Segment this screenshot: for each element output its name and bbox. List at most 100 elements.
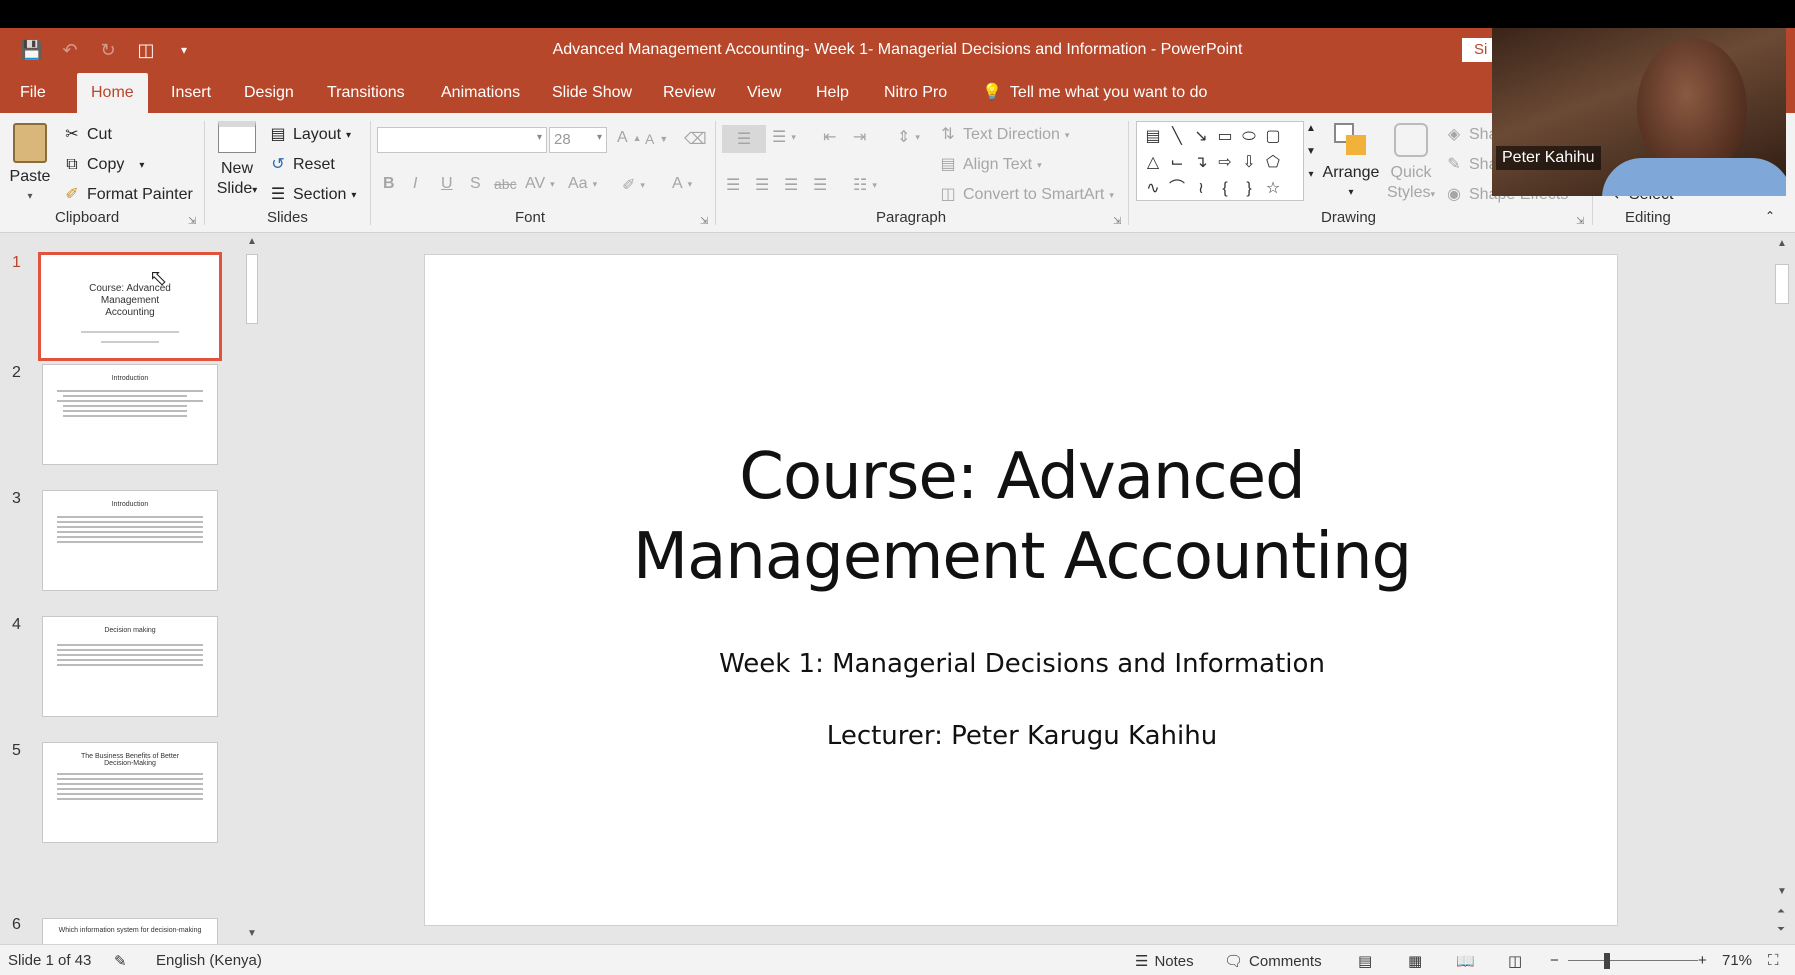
cut-button[interactable]: ✂ Cut [62, 125, 112, 145]
reset-button[interactable]: ↺ Reset [268, 155, 335, 175]
scroll-down-icon[interactable]: ▼ [1306, 146, 1316, 157]
arrange-button[interactable]: Arrange ▾ [1320, 123, 1382, 203]
quick-styles-button[interactable]: Quick Styles▾ [1386, 123, 1436, 204]
slide-thumbnail-3[interactable]: Introduction [42, 490, 218, 591]
editor-scrollbar[interactable]: ▲ ▼ ⏶ ⏷ [1772, 234, 1792, 944]
font-color-button[interactable]: A ▾ [672, 175, 692, 193]
columns-icon[interactable]: ☷ ▾ [853, 175, 877, 195]
paste-button[interactable]: Paste ▾ [8, 123, 52, 207]
scrollbar-thumb[interactable] [246, 254, 258, 324]
scroll-down-icon[interactable]: ▼ [247, 928, 257, 939]
rectangle-shape-icon[interactable]: ▭ [1213, 124, 1237, 150]
align-center-icon[interactable]: ☰ [755, 175, 769, 195]
curve-shape-icon[interactable]: ≀ [1189, 176, 1213, 202]
clipboard-launcher-icon[interactable]: ⇲ [188, 216, 196, 227]
language-indicator[interactable]: English (Kenya) [156, 952, 262, 969]
align-right-icon[interactable]: ☰ [784, 175, 798, 195]
scroll-down-icon[interactable]: ▼ [1777, 886, 1787, 897]
font-name-combobox[interactable]: ▾ [377, 127, 547, 153]
tab-file[interactable]: File [6, 73, 60, 113]
change-case-button[interactable]: Aa ▾ [568, 175, 597, 193]
thumbnails-scrollbar[interactable]: ▲ ▼ [244, 234, 260, 944]
textbox-shape-icon[interactable]: ▤ [1141, 124, 1165, 150]
scroll-up-icon[interactable]: ▲ [1306, 123, 1316, 134]
spelling-icon[interactable]: ✎ [114, 952, 127, 970]
scroll-up-icon[interactable]: ▲ [1777, 238, 1787, 249]
reading-view-icon[interactable]: 📖 [1456, 952, 1475, 970]
tab-design[interactable]: Design [230, 73, 308, 113]
shapes-gallery[interactable]: ▤ ╲ ↘ ▭ ⬭ ▢ △ ⌙ ↴ ⇨ ⇩ ⬠ ∿ ⌒ ≀ { } ☆ [1136, 121, 1304, 201]
italic-button[interactable]: I [413, 175, 417, 193]
tab-nitro-pro[interactable]: Nitro Pro [870, 73, 961, 113]
zoom-slider-track[interactable] [1568, 960, 1698, 961]
elbow-arrow-shape-icon[interactable]: ↴ [1189, 150, 1213, 176]
bold-button[interactable]: B [383, 175, 395, 193]
normal-view-icon[interactable]: ▤ [1358, 952, 1372, 970]
copy-button[interactable]: ⧉ Copy ▾ [62, 155, 144, 175]
font-launcher-icon[interactable]: ⇲ [700, 216, 708, 227]
comments-button[interactable]: 🗨 Comments [1224, 952, 1322, 971]
line-spacing-icon[interactable]: ⇕ ▾ [897, 127, 920, 147]
rounded-rectangle-shape-icon[interactable]: ▢ [1261, 124, 1285, 150]
decrease-indent-icon[interactable]: ⇤ [823, 127, 836, 147]
bullets-icon[interactable]: ☰ [722, 125, 766, 153]
tab-transitions[interactable]: Transitions [313, 73, 419, 113]
gallery-more-icon[interactable]: ▾ [1308, 169, 1313, 180]
triangle-shape-icon[interactable]: △ [1141, 150, 1165, 176]
clear-formatting-icon[interactable]: ⌫ [684, 129, 707, 149]
tab-home[interactable]: Home [77, 73, 148, 113]
text-shadow-button[interactable]: S [470, 175, 481, 193]
increase-font-icon[interactable]: A ▲ [617, 129, 642, 147]
font-size-combobox[interactable]: 28 ▾ [549, 127, 607, 153]
scribble-shape-icon[interactable]: ∿ [1141, 176, 1165, 202]
arrow-line-shape-icon[interactable]: ↘ [1189, 124, 1213, 150]
star-shape-icon[interactable]: ☆ [1261, 176, 1285, 202]
tab-review[interactable]: Review [649, 73, 729, 113]
zoom-slider-handle[interactable] [1604, 953, 1610, 969]
drawing-launcher-icon[interactable]: ⇲ [1576, 216, 1584, 227]
right-arrow-shape-icon[interactable]: ⇨ [1213, 150, 1237, 176]
zoom-out-icon[interactable]: − [1550, 952, 1559, 969]
align-left-icon[interactable]: ☰ [726, 175, 740, 195]
font-size-dropdown-icon[interactable]: ▾ [597, 132, 602, 143]
tab-help[interactable]: Help [802, 73, 863, 113]
format-painter-button[interactable]: ✐ Format Painter [62, 185, 193, 205]
slide-thumbnail-5[interactable]: The Business Benefits of Better Decision… [42, 742, 218, 843]
notes-button[interactable]: ☰ Notes [1135, 952, 1194, 971]
character-spacing-button[interactable]: AV ▾ [525, 175, 555, 193]
tab-view[interactable]: View [733, 73, 795, 113]
fit-to-window-icon[interactable]: ⛶ [1768, 952, 1779, 969]
layout-button[interactable]: ▤ Layout ▾ [268, 125, 351, 145]
current-slide[interactable]: Course: Advanced Management Accounting W… [424, 254, 1618, 926]
underline-button[interactable]: U [441, 175, 453, 193]
zoom-level[interactable]: 71% [1722, 952, 1752, 969]
tab-animations[interactable]: Animations [427, 73, 534, 113]
down-arrow-shape-icon[interactable]: ⇩ [1237, 150, 1261, 176]
line-shape-icon[interactable]: ╲ [1165, 124, 1189, 150]
new-slide-button[interactable]: New Slide▾ [212, 121, 262, 201]
paragraph-launcher-icon[interactable]: ⇲ [1113, 216, 1121, 227]
slide-title[interactable]: Course: Advanced Management Accounting [425, 437, 1619, 597]
section-button[interactable]: ☰ Section ▾ [268, 185, 357, 205]
numbering-icon[interactable]: ☰ ▾ [772, 127, 796, 147]
slideshow-view-icon[interactable]: ◫ [1508, 952, 1522, 970]
elbow-connector-shape-icon[interactable]: ⌙ [1165, 150, 1189, 176]
slide-thumbnail-1[interactable]: Course: Advanced Management Accounting ⬁ [38, 252, 222, 361]
convert-smartart-button[interactable]: ◫ Convert to SmartArt ▾ [938, 185, 1113, 205]
arc-shape-icon[interactable]: ⌒ [1165, 176, 1189, 202]
tab-slide-show[interactable]: Slide Show [538, 73, 646, 113]
decrease-font-icon[interactable]: A ▼ [645, 131, 668, 147]
text-direction-button[interactable]: ⇅ Text Direction ▾ [938, 125, 1069, 145]
slide-thumbnail-6[interactable]: Which information system for decision-ma… [42, 918, 218, 944]
shapes-gallery-scroll[interactable]: ▲ ▼ ▾ [1306, 123, 1316, 180]
right-brace-shape-icon[interactable]: } [1237, 176, 1261, 202]
freeform-shape-icon[interactable]: ⬠ [1261, 150, 1285, 176]
tell-me-search[interactable]: 💡 Tell me what you want to do [982, 73, 1207, 113]
font-name-dropdown-icon[interactable]: ▾ [537, 132, 542, 143]
shape-fill-button[interactable]: ◈ Sha [1444, 125, 1498, 145]
collapse-ribbon-icon[interactable]: ⌃ [1765, 209, 1775, 223]
shape-outline-button[interactable]: ✎ Sha [1444, 155, 1497, 175]
slide-thumbnail-2[interactable]: Introduction [42, 364, 218, 465]
slide-lecturer[interactable]: Lecturer: Peter Karugu Kahihu [425, 721, 1619, 751]
tab-insert[interactable]: Insert [157, 73, 225, 113]
